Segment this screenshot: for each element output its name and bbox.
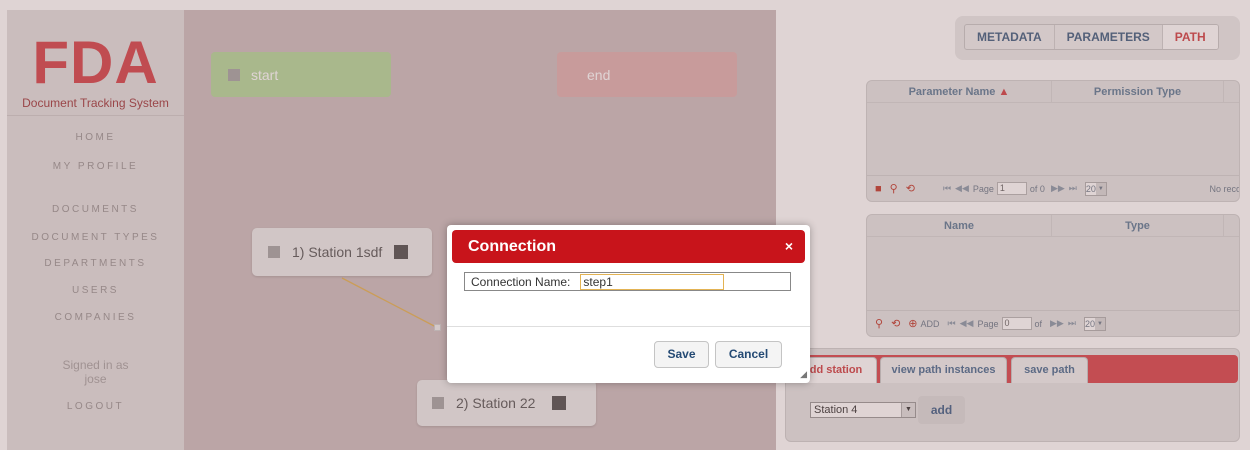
connection-dialog: Connection × Connection Name: step1 Save… [447, 225, 810, 383]
resize-handle-icon[interactable]: ◢ [800, 369, 807, 380]
save-button[interactable]: Save [654, 341, 709, 368]
dialog-divider [447, 326, 810, 327]
dialog-title-bar[interactable]: Connection × [452, 230, 805, 263]
dialog-title: Connection [468, 238, 556, 255]
cancel-button[interactable]: Cancel [715, 341, 782, 368]
close-icon[interactable]: × [785, 230, 793, 263]
connection-name-input[interactable]: step1 [580, 273, 725, 290]
connection-name-row: Connection Name: step1 [464, 272, 791, 291]
connection-name-label: Connection Name: [471, 274, 571, 289]
